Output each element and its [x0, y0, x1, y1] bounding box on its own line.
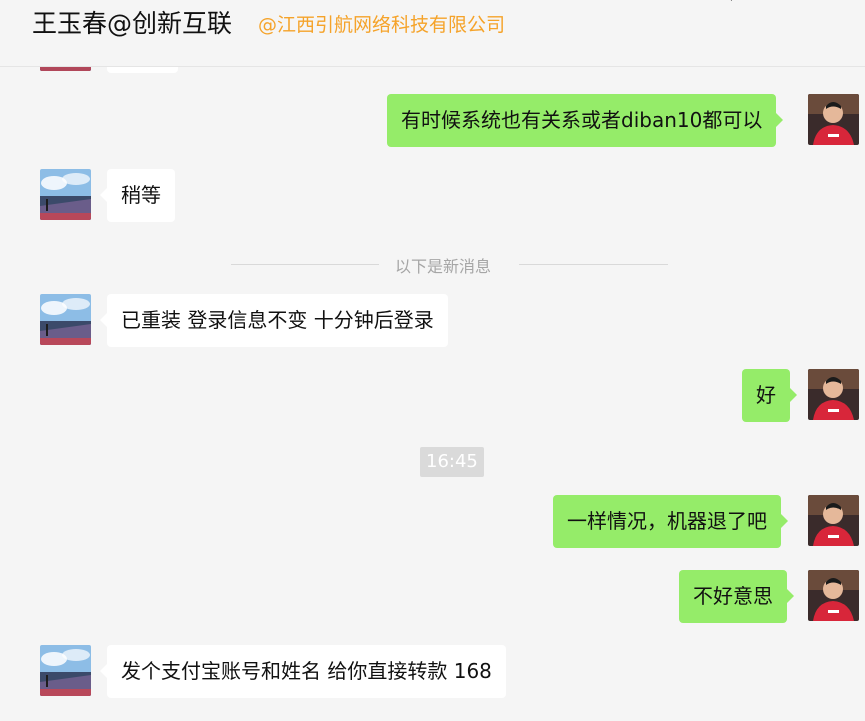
chat-title: 王玉春@创新互联: [32, 9, 233, 38]
divider-label: 以下是新消息: [395, 257, 492, 276]
landscape-avatar-icon: [40, 169, 91, 220]
message-bubble-incoming[interactable]: 发个支付宝账号和姓名 给你直接转款 168: [100, 645, 506, 698]
new-messages-divider: 以下是新消息: [0, 253, 865, 276]
landscape-avatar-icon: [40, 294, 91, 345]
person-red-shirt-icon: [808, 495, 859, 546]
chat-organization: @江西引航网络科技有限公司: [258, 14, 506, 36]
person-red-shirt-icon: [808, 94, 859, 145]
contact-avatar[interactable]: [40, 294, 91, 345]
self-avatar[interactable]: [808, 570, 859, 621]
message-list[interactable]: 有时候系统也有关系或者diban10都可以 稍等 以下是新消息 已重装 登录信息…: [0, 67, 865, 721]
contact-avatar[interactable]: [40, 645, 91, 696]
divider-line-left: [231, 264, 379, 265]
self-avatar[interactable]: [808, 495, 859, 546]
message-bubble-incoming[interactable]: 稍等: [100, 169, 175, 222]
message-bubble-incoming[interactable]: 已重装 登录信息不变 十分钟后登录: [100, 294, 448, 347]
landscape-avatar-icon: [40, 645, 91, 696]
landscape-avatar-icon: [40, 67, 91, 71]
person-red-shirt-icon: [808, 369, 859, 420]
person-red-shirt-icon: [808, 570, 859, 621]
message-bubble-outgoing[interactable]: 好: [742, 369, 797, 422]
chat-header: 王玉春@创新互联 @江西引航网络科技有限公司 ·: [0, 0, 865, 67]
self-avatar[interactable]: [808, 369, 859, 420]
self-avatar[interactable]: [808, 94, 859, 145]
divider-line-right: [519, 264, 668, 265]
message-bubble-partial[interactable]: [107, 67, 178, 73]
message-timestamp: 16:45: [420, 447, 484, 477]
header-dot: ·: [729, 0, 733, 7]
contact-avatar-partial[interactable]: [40, 67, 91, 71]
message-bubble-outgoing[interactable]: 一样情况，机器退了吧: [553, 495, 788, 548]
message-bubble-outgoing[interactable]: 不好意思: [679, 570, 794, 623]
message-bubble-outgoing[interactable]: 有时候系统也有关系或者diban10都可以: [387, 94, 784, 147]
contact-avatar[interactable]: [40, 169, 91, 220]
